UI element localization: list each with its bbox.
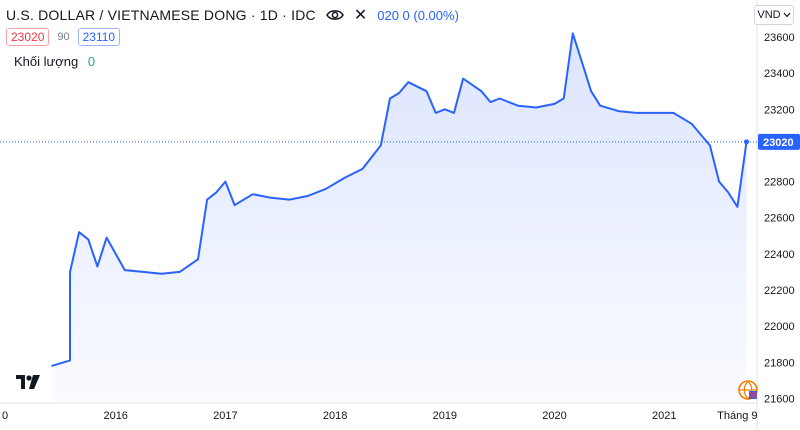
- data-point: [563, 97, 565, 100]
- data-point: [535, 106, 537, 109]
- data-point: [636, 112, 638, 114]
- data-point: [87, 238, 89, 240]
- data-point: [489, 101, 492, 103]
- data-point: [215, 191, 217, 194]
- data-point: [224, 180, 227, 183]
- data-point: [435, 112, 437, 114]
- x-tick-label: 2016: [103, 410, 127, 422]
- volume-label: Khối lượng: [14, 54, 79, 69]
- data-point: [407, 81, 409, 83]
- x-tick-label: 2017: [213, 410, 237, 422]
- data-point: [270, 197, 272, 199]
- data-point: [179, 271, 181, 273]
- bid-ask-row: 23020 90 23110: [6, 28, 121, 46]
- data-point: [78, 231, 80, 233]
- data-point: [69, 359, 71, 362]
- price-chart[interactable]: 2160021800220002220022400226002280023000…: [0, 0, 800, 430]
- data-point: [142, 271, 144, 273]
- data-point: [736, 206, 738, 208]
- y-tick-label: 21600: [764, 393, 795, 405]
- data-point: [709, 144, 711, 147]
- data-point: [453, 112, 455, 114]
- symbol-title[interactable]: U.S. DOLLAR / VIETNAMESE DONG · 1D · IDC: [6, 7, 316, 23]
- x-tick-label: 2020: [542, 410, 566, 422]
- data-point: [124, 269, 126, 271]
- currency-select[interactable]: VND: [754, 5, 794, 25]
- data-point: [69, 271, 71, 273]
- data-point: [389, 97, 391, 100]
- data-point: [499, 97, 501, 100]
- data-point: [444, 108, 446, 110]
- data-point: [462, 77, 464, 80]
- chevron-down-icon: [783, 12, 791, 18]
- y-tick-label: 23600: [764, 32, 795, 44]
- last-price-dot: [744, 139, 750, 145]
- y-tick-label: 22600: [764, 213, 795, 225]
- data-point: [691, 123, 693, 125]
- x-tick-label: 2019: [433, 410, 457, 422]
- data-point: [160, 273, 163, 275]
- data-point: [105, 236, 108, 239]
- bid-price: 23020: [6, 28, 50, 46]
- data-point: [672, 112, 674, 114]
- y-tick-label: 22000: [764, 321, 795, 333]
- y-tick-label: 23400: [764, 68, 795, 80]
- volume-value: 0: [87, 54, 96, 69]
- data-point: [252, 193, 254, 195]
- y-tick-label: 22800: [764, 177, 795, 189]
- x-tick-label: 2021: [652, 410, 676, 422]
- last-price-label: 23020: [763, 137, 794, 149]
- data-point: [718, 180, 720, 183]
- price-change: 020 0 (0.00%): [377, 7, 459, 23]
- data-point: [51, 365, 53, 367]
- data-point: [288, 199, 291, 201]
- spread-value: 90: [57, 31, 70, 43]
- y-tick-label: 22200: [764, 285, 795, 297]
- data-point: [197, 258, 199, 260]
- currency-label: VND: [757, 9, 781, 21]
- tradingview-logo-icon[interactable]: [14, 372, 42, 392]
- data-point: [590, 90, 592, 92]
- data-point: [572, 32, 574, 35]
- volume-legend: Khối lượng 0: [14, 54, 95, 69]
- close-icon[interactable]: ✕: [354, 5, 367, 25]
- globe-icon[interactable]: [738, 380, 758, 400]
- ask-price: 23110: [77, 28, 121, 46]
- data-point: [96, 265, 99, 268]
- y-tick-label: 22400: [764, 249, 795, 261]
- data-point: [325, 188, 327, 190]
- eye-icon[interactable]: [325, 8, 344, 22]
- data-point: [480, 90, 482, 92]
- price-area: [51, 33, 747, 403]
- data-point: [206, 199, 208, 201]
- data-point: [517, 105, 519, 107]
- x-tick-label: 2018: [323, 410, 347, 422]
- y-tick-label: 21800: [764, 357, 795, 369]
- data-point: [307, 195, 309, 197]
- x-tick-label: Tháng 9: [717, 410, 757, 422]
- data-point: [343, 177, 345, 179]
- chart-legend: U.S. DOLLAR / VIETNAMESE DONG · 1D · IDC…: [6, 4, 469, 26]
- x-tick-label: 0: [2, 410, 8, 422]
- y-tick-label: 23200: [764, 104, 795, 116]
- data-point: [599, 105, 601, 107]
- data-point: [581, 61, 583, 63]
- data-point: [380, 144, 382, 147]
- data-point: [553, 103, 556, 105]
- data-point: [398, 92, 400, 94]
- data-point: [425, 90, 428, 92]
- data-point: [233, 204, 236, 206]
- data-point: [654, 112, 656, 114]
- data-point: [617, 110, 620, 112]
- data-point: [361, 168, 364, 170]
- data-point: [727, 191, 729, 194]
